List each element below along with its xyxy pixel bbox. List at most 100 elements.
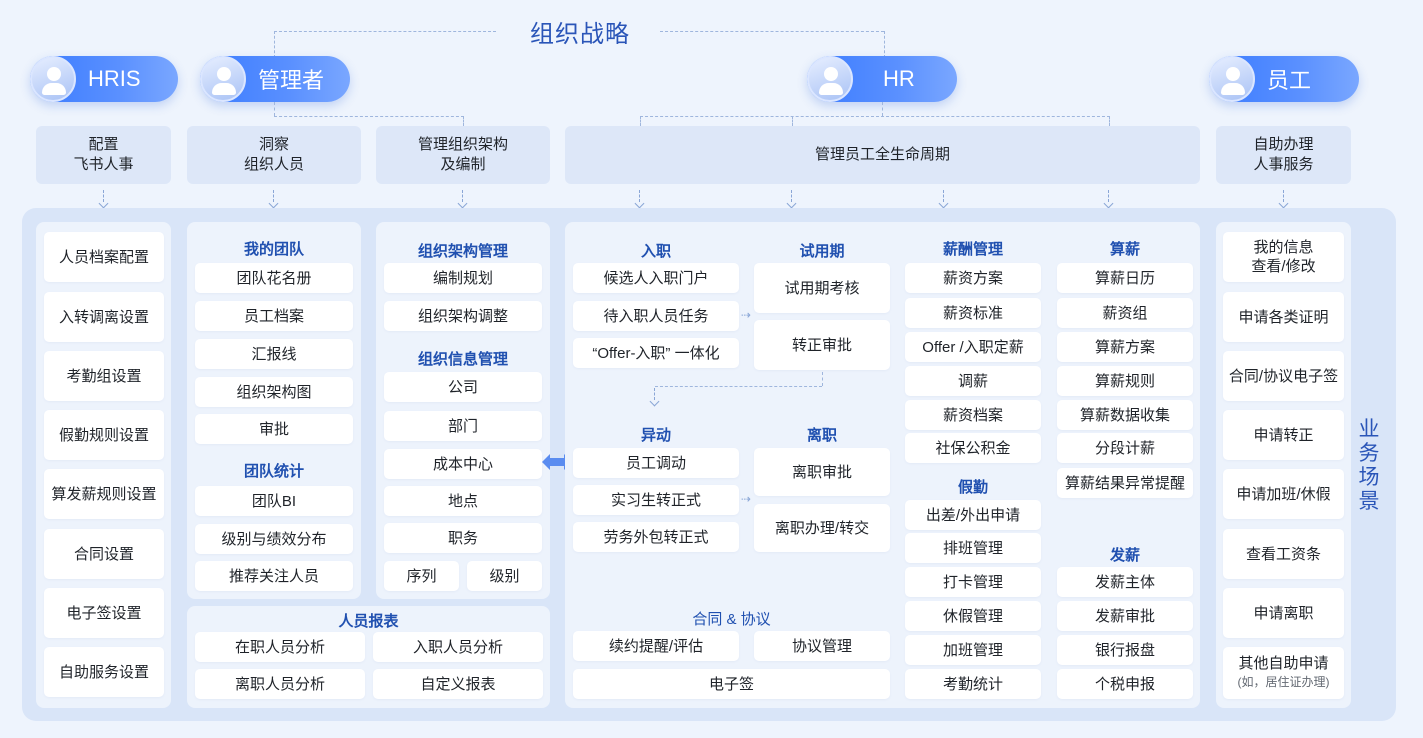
attendance-item: 排班管理 <box>905 533 1041 563</box>
org-info-item: 地点 <box>384 486 542 516</box>
role-hr: HR <box>807 56 957 102</box>
employee-item: 申请离职 <box>1223 588 1344 638</box>
section-title-payroll: 算薪 <box>1109 241 1140 258</box>
arrow-down-icon <box>787 190 797 208</box>
connector-line <box>822 372 823 386</box>
arrow-down-icon <box>1279 190 1289 208</box>
payroll-item: 薪资组 <box>1057 298 1193 328</box>
category-manager-org: 管理组织架构 及编制 <box>376 126 550 184</box>
arrow-down-icon <box>458 190 468 208</box>
section-title-team: 我的团队 <box>243 241 304 258</box>
user-avatar-icon <box>30 56 76 102</box>
connector-line <box>792 116 793 126</box>
arrow-right-icon: ⇢ <box>741 308 752 322</box>
org-info-item: 部门 <box>384 411 542 441</box>
side-label-business-scenarios: 业 务 场 景 <box>1358 418 1380 513</box>
team-item: 团队花名册 <box>195 263 353 293</box>
user-avatar-icon <box>1209 56 1255 102</box>
employee-item: 申请转正 <box>1223 410 1344 460</box>
comp-item: 薪资档案 <box>905 400 1041 430</box>
section-title-leave: 离职 <box>806 427 837 444</box>
category-hr: 管理员工全生命周期 <box>565 126 1200 184</box>
connector-line <box>884 31 885 58</box>
attendance-item: 考勤统计 <box>905 669 1041 699</box>
connector-line <box>1109 116 1110 126</box>
section-title-org: 组织架构管理 <box>417 243 508 260</box>
connector-line <box>274 116 464 117</box>
org-item: 编制规划 <box>384 263 542 293</box>
team-stats-item: 团队BI <box>195 486 353 516</box>
arrow-right-icon: ⇢ <box>741 492 752 506</box>
payout-item: 发薪主体 <box>1057 567 1193 597</box>
role-label: HRIS <box>88 66 141 91</box>
connector-line <box>274 102 275 116</box>
team-item: 汇报线 <box>195 339 353 369</box>
payroll-item: 算薪数据收集 <box>1057 400 1193 430</box>
payroll-item: 算薪规则 <box>1057 366 1193 396</box>
org-info-item: 成本中心 <box>384 449 542 479</box>
org-info-item: 公司 <box>384 372 542 402</box>
employee-item: 其他自助申请 (如，居住证办理) <box>1223 647 1344 699</box>
employee-item: 申请加班/休假 <box>1223 469 1344 519</box>
hris-item: 电子签设置 <box>44 588 164 638</box>
attendance-item: 休假管理 <box>905 601 1041 631</box>
payroll-item: 算薪方案 <box>1057 332 1193 362</box>
contract-item: 协议管理 <box>754 631 890 661</box>
report-item: 入职人员分析 <box>373 632 543 662</box>
employee-item: 合同/协议电子签 <box>1223 351 1344 401</box>
report-item: 离职人员分析 <box>195 669 365 699</box>
org-info-item: 级别 <box>467 561 542 591</box>
payout-item: 发薪审批 <box>1057 601 1193 631</box>
transfer-item: 实习生转正式 <box>573 485 739 515</box>
comp-item: Offer /入职定薪 <box>905 332 1041 362</box>
hris-item: 算发薪规则设置 <box>44 469 164 519</box>
payout-item: 个税申报 <box>1057 669 1193 699</box>
org-info-item: 职务 <box>384 523 542 553</box>
section-title-payout: 发薪 <box>1109 547 1140 564</box>
onboard-item: 待入职人员任务 <box>573 301 739 331</box>
employee-item: 查看工资条 <box>1223 529 1344 579</box>
section-title-comp: 薪酬管理 <box>942 241 1003 258</box>
section-title-team-stats: 团队统计 <box>243 463 304 480</box>
attendance-item: 出差/外出申请 <box>905 500 1041 530</box>
comp-item: 薪资方案 <box>905 263 1041 293</box>
comp-item: 薪资标准 <box>905 298 1041 328</box>
transfer-item: 劳务外包转正式 <box>573 522 739 552</box>
section-title-transfer: 异动 <box>640 427 671 444</box>
role-label: HR <box>883 66 915 91</box>
role-label: 员工 <box>1267 68 1312 93</box>
arrow-down-icon <box>1104 190 1114 208</box>
arrow-down-icon <box>939 190 949 208</box>
comp-item: 调薪 <box>905 366 1041 396</box>
hris-item: 假勤规则设置 <box>44 410 164 460</box>
employee-item: 我的信息 查看/修改 <box>1223 232 1344 282</box>
report-item: 在职人员分析 <box>195 632 365 662</box>
org-item: 组织架构调整 <box>384 301 542 331</box>
hris-item: 合同设置 <box>44 529 164 579</box>
role-label: 管理者 <box>258 68 325 93</box>
user-avatar-icon <box>200 56 246 102</box>
connector-line <box>640 116 641 126</box>
hris-item: 人员档案配置 <box>44 232 164 282</box>
section-title-org-info: 组织信息管理 <box>417 351 508 368</box>
onboard-item: 候选人入职门户 <box>573 263 739 293</box>
transfer-item: 员工调动 <box>573 448 739 478</box>
attendance-item: 打卡管理 <box>905 567 1041 597</box>
arrow-down-icon <box>635 190 645 208</box>
payroll-item: 算薪结果异常提醒 <box>1057 468 1193 498</box>
role-hris: HRIS <box>30 56 178 102</box>
category-hris: 配置 飞书人事 <box>36 126 171 184</box>
connector-line <box>640 116 1110 117</box>
category-employee: 自助办理 人事服务 <box>1216 126 1351 184</box>
team-stats-item: 推荐关注人员 <box>195 561 353 591</box>
connector-line <box>882 102 883 116</box>
org-info-item: 序列 <box>384 561 459 591</box>
attendance-item: 加班管理 <box>905 635 1041 665</box>
payroll-item: 算薪日历 <box>1057 263 1193 293</box>
category-manager-insight: 洞察 组织人员 <box>187 126 361 184</box>
team-item: 组织架构图 <box>195 377 353 407</box>
role-employee: 员工 <box>1209 56 1359 102</box>
contract-item: 电子签 <box>573 669 890 699</box>
onboard-item: “Offer-入职” 一体化 <box>573 338 739 368</box>
connector-line <box>463 116 464 126</box>
